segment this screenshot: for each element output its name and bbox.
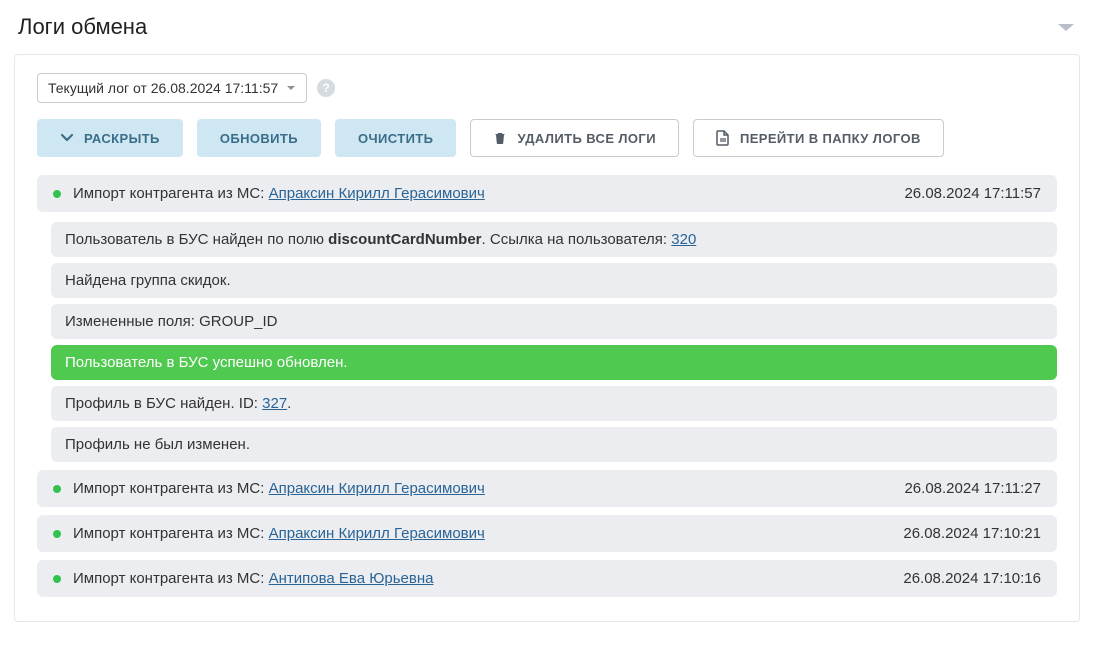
log-entry-text: Импорт контрагента из МС: Апраксин Кирил… <box>73 480 892 497</box>
log-entry-link[interactable]: Апраксин Кирилл Герасимович <box>269 185 485 202</box>
detail-text: Профиль в БУС найден. ID: <box>65 395 262 412</box>
open-folder-label: ПЕРЕЙТИ В ПАПКУ ЛОГОВ <box>740 131 921 146</box>
log-entry[interactable]: Импорт контрагента из МС: Апраксин Кирил… <box>37 470 1057 507</box>
page-title: Логи обмена <box>18 14 147 40</box>
log-details: Пользователь в БУС найден по полю discou… <box>51 222 1057 462</box>
expand-label: РАСКРЫТЬ <box>84 131 160 146</box>
log-timestamp: 26.08.2024 17:11:57 <box>904 185 1041 202</box>
log-entry-text: Импорт контрагента из МС: Апраксин Кирил… <box>73 525 891 542</box>
trash-icon <box>493 131 507 145</box>
clear-label: ОЧИСТИТЬ <box>358 131 433 146</box>
refresh-label: ОБНОВИТЬ <box>220 131 298 146</box>
collapse-icon[interactable] <box>1056 20 1076 34</box>
log-detail-line: Пользователь в БУС найден по полю discou… <box>51 222 1057 257</box>
log-detail-line: Профиль в БУС найден. ID: 327. <box>51 386 1057 421</box>
delete-all-label: УДАЛИТЬ ВСЕ ЛОГИ <box>517 131 656 146</box>
detail-bold: discountCardNumber <box>328 231 481 248</box>
expand-button[interactable]: РАСКРЫТЬ <box>37 119 183 157</box>
log-entry-prefix: Импорт контрагента из МС: <box>73 480 269 497</box>
log-detail-line: Измененные поля: GROUP_ID <box>51 304 1057 339</box>
log-entry[interactable]: Импорт контрагента из МС: Апраксин Кирил… <box>37 175 1057 212</box>
log-timestamp: 26.08.2024 17:10:16 <box>903 570 1041 587</box>
log-entry-link[interactable]: Апраксин Кирилл Герасимович <box>269 525 485 542</box>
log-entry-text: Импорт контрагента из МС: Антипова Ева Ю… <box>73 570 891 587</box>
caret-down-icon <box>286 80 296 96</box>
log-panel: Текущий лог от 26.08.2024 17:11:57 ? РАС… <box>14 54 1080 622</box>
detail-text: . <box>287 395 291 412</box>
log-select[interactable]: Текущий лог от 26.08.2024 17:11:57 <box>37 73 307 103</box>
log-detail-success: Пользователь в БУС успешно обновлен. <box>51 345 1057 380</box>
refresh-button[interactable]: ОБНОВИТЬ <box>197 119 321 157</box>
document-icon <box>716 130 730 146</box>
log-entry-link[interactable]: Апраксин Кирилл Герасимович <box>269 480 485 497</box>
delete-all-button[interactable]: УДАЛИТЬ ВСЕ ЛОГИ <box>470 119 679 157</box>
log-entry-prefix: Импорт контрагента из МС: <box>73 185 269 202</box>
help-icon[interactable]: ? <box>317 79 335 97</box>
user-link[interactable]: 320 <box>671 231 696 248</box>
log-entry[interactable]: Импорт контрагента из МС: Антипова Ева Ю… <box>37 560 1057 597</box>
open-folder-button[interactable]: ПЕРЕЙТИ В ПАПКУ ЛОГОВ <box>693 119 944 157</box>
log-detail-line: Найдена группа скидок. <box>51 263 1057 298</box>
log-entry-prefix: Импорт контрагента из МС: <box>73 525 269 542</box>
log-timestamp: 26.08.2024 17:11:27 <box>904 480 1041 497</box>
clear-button[interactable]: ОЧИСТИТЬ <box>335 119 456 157</box>
chevron-down-icon <box>60 131 74 145</box>
log-entry[interactable]: Импорт контрагента из МС: Апраксин Кирил… <box>37 515 1057 552</box>
status-dot <box>53 485 61 493</box>
log-entry-link[interactable]: Антипова Ева Юрьевна <box>269 570 434 587</box>
log-detail-line: Профиль не был изменен. <box>51 427 1057 462</box>
status-dot <box>53 575 61 583</box>
log-entry-text: Импорт контрагента из МС: Апраксин Кирил… <box>73 185 892 202</box>
log-entry-prefix: Импорт контрагента из МС: <box>73 570 269 587</box>
detail-text: Пользователь в БУС найден по полю <box>65 231 328 248</box>
detail-text: . Ссылка на пользователя: <box>482 231 672 248</box>
status-dot <box>53 190 61 198</box>
log-select-label: Текущий лог от 26.08.2024 17:11:57 <box>48 80 278 96</box>
status-dot <box>53 530 61 538</box>
log-timestamp: 26.08.2024 17:10:21 <box>903 525 1041 542</box>
profile-link[interactable]: 327 <box>262 395 287 412</box>
